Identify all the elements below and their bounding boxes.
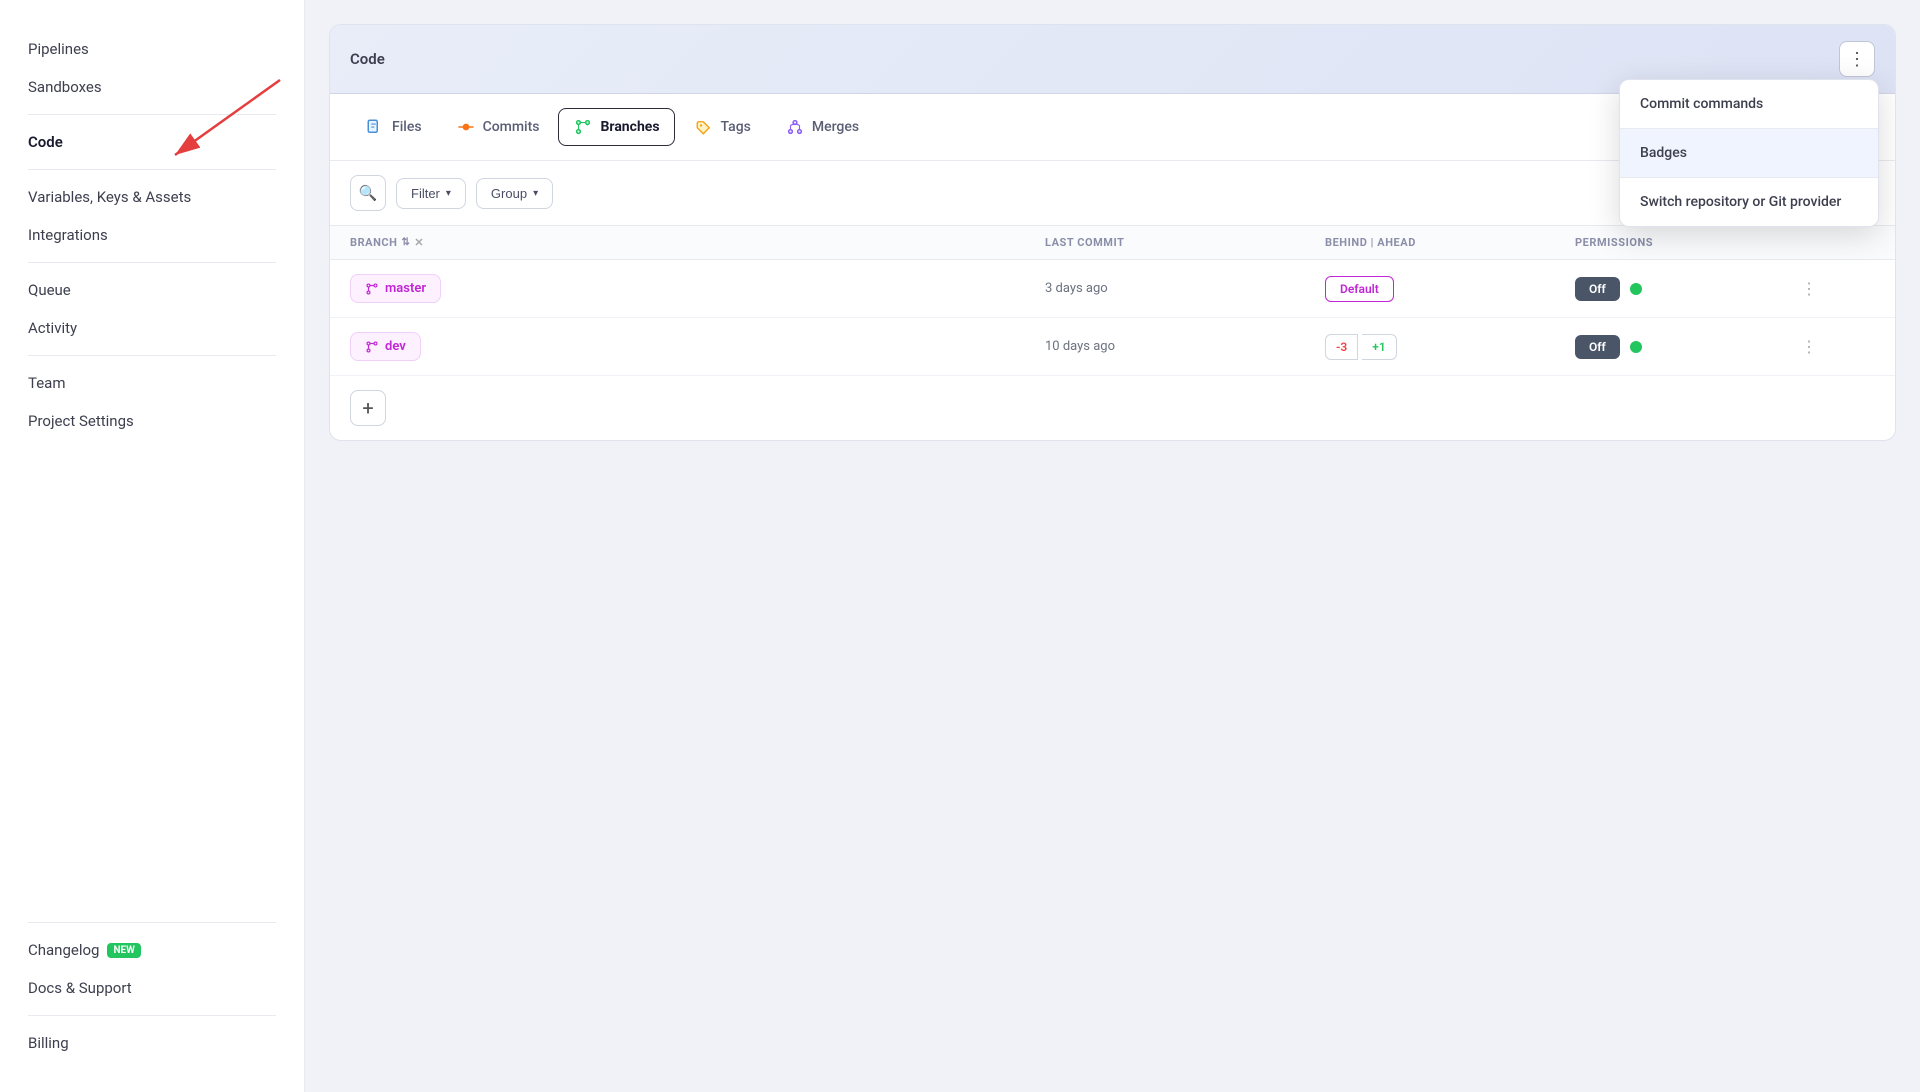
branch-cell-master: master [350, 274, 1045, 303]
filter-chevron-icon: ▾ [446, 188, 451, 199]
branch-chip-dev[interactable]: dev [350, 332, 421, 361]
sidebar-item-changelog[interactable]: Changelog NEW [28, 931, 276, 969]
sidebar-divider-4 [28, 355, 276, 356]
branch-icon-master [365, 282, 379, 296]
th-actions [1795, 236, 1875, 249]
behind-chip: -3 [1325, 334, 1358, 360]
tab-commits[interactable]: Commits [441, 108, 555, 146]
files-icon [365, 117, 385, 137]
sidebar-item-integrations[interactable]: Integrations [28, 216, 276, 254]
status-dot-master [1630, 283, 1642, 295]
sidebar-divider-3 [28, 262, 276, 263]
table-row: master 3 days ago Default Off ⋮ [330, 260, 1895, 318]
sidebar-item-pipelines[interactable]: Pipelines [28, 30, 276, 68]
group-chevron-icon: ▾ [533, 188, 538, 199]
permissions-dev: Off [1575, 335, 1795, 359]
sidebar-divider-2 [28, 169, 276, 170]
table-header: BRANCH ⇅ ✕ LAST COMMIT BEHIND | AHEAD PE… [330, 226, 1895, 260]
branch-icon-dev [365, 340, 379, 354]
sidebar-bottom-divider-2 [28, 1015, 276, 1016]
sidebar-item-code[interactable]: Code [28, 123, 276, 161]
tab-branches[interactable]: Branches [558, 108, 674, 146]
tab-merges[interactable]: Merges [770, 108, 874, 146]
tab-branches-label: Branches [600, 119, 659, 135]
tab-tags[interactable]: Tags [679, 108, 766, 146]
tab-files[interactable]: Files [350, 108, 437, 146]
tab-files-label: Files [392, 119, 422, 135]
three-dot-button[interactable]: ⋮ [1839, 41, 1875, 77]
commits-icon [456, 117, 476, 137]
sidebar-item-team[interactable]: Team [28, 364, 276, 402]
status-dot-dev [1630, 341, 1642, 353]
code-panel: Code ⋮ Commit commands Badges Switch rep… [329, 24, 1896, 441]
code-panel-header: Code ⋮ Commit commands Badges Switch rep… [330, 25, 1895, 94]
th-branch: BRANCH ⇅ ✕ [350, 236, 1045, 249]
three-dot-icon: ⋮ [1848, 49, 1866, 70]
row-menu-btn-master[interactable]: ⋮ [1795, 275, 1823, 303]
sidebar-bottom-divider-1 [28, 922, 276, 923]
sidebar-nav: Pipelines Sandboxes Code Variables, Keys… [0, 30, 304, 914]
add-branch-button[interactable]: + [350, 390, 386, 426]
search-button[interactable]: 🔍 [350, 175, 386, 211]
row-menu-btn-dev[interactable]: ⋮ [1795, 333, 1823, 361]
main-content: Code ⋮ Commit commands Badges Switch rep… [305, 0, 1920, 1092]
tab-commits-label: Commits [483, 119, 540, 135]
sidebar-item-project-settings[interactable]: Project Settings [28, 402, 276, 440]
add-icon: + [362, 396, 373, 420]
dropdown-menu: Commit commands Badges Switch repository… [1619, 79, 1879, 227]
dropdown-item-commit-commands[interactable]: Commit commands [1620, 80, 1878, 128]
th-last-commit: LAST COMMIT [1045, 236, 1325, 249]
sidebar-divider-1 [28, 114, 276, 115]
sidebar-item-sandboxes[interactable]: Sandboxes [28, 68, 276, 106]
dropdown-item-badges[interactable]: Badges [1620, 129, 1878, 177]
behind-ahead-dev: -3 +1 [1325, 334, 1575, 360]
sidebar: Pipelines Sandboxes Code Variables, Keys… [0, 0, 305, 1092]
sidebar-item-queue[interactable]: Queue [28, 271, 276, 309]
th-permissions: PERMISSIONS [1575, 236, 1795, 249]
off-badge-dev[interactable]: Off [1575, 335, 1620, 359]
sidebar-item-billing[interactable]: Billing [28, 1024, 276, 1062]
filter-label: Filter [411, 186, 440, 201]
group-button[interactable]: Group ▾ [476, 178, 553, 209]
permissions-master: Off [1575, 277, 1795, 301]
behind-ahead-master: Default [1325, 276, 1575, 302]
sidebar-bottom: Changelog NEW Docs & Support Billing [0, 914, 304, 1062]
group-label: Group [491, 186, 527, 201]
branches-table: BRANCH ⇅ ✕ LAST COMMIT BEHIND | AHEAD PE… [330, 226, 1895, 376]
search-icon: 🔍 [359, 184, 378, 202]
tab-tags-label: Tags [721, 119, 751, 135]
page-title: Code [350, 50, 385, 68]
filter-button[interactable]: Filter ▾ [396, 178, 466, 209]
merges-icon [785, 117, 805, 137]
sidebar-item-activity[interactable]: Activity [28, 309, 276, 347]
branch-clear-icon[interactable]: ✕ [414, 236, 424, 249]
new-badge: NEW [107, 943, 140, 958]
row-menu-dev: ⋮ [1795, 333, 1875, 361]
last-commit-master: 3 days ago [1045, 281, 1325, 296]
last-commit-dev: 10 days ago [1045, 339, 1325, 354]
table-row: dev 10 days ago -3 +1 Off ⋮ [330, 318, 1895, 376]
tags-icon [694, 117, 714, 137]
sidebar-item-docs[interactable]: Docs & Support [28, 969, 276, 1007]
dropdown-item-switch-repo[interactable]: Switch repository or Git provider [1620, 178, 1878, 226]
branch-chip-master[interactable]: master [350, 274, 441, 303]
branches-icon [573, 117, 593, 137]
branch-sort-icon[interactable]: ⇅ [401, 237, 410, 248]
sidebar-item-variables[interactable]: Variables, Keys & Assets [28, 178, 276, 216]
tab-merges-label: Merges [812, 119, 859, 135]
ahead-chip: +1 [1362, 334, 1396, 360]
row-menu-master: ⋮ [1795, 275, 1875, 303]
branch-cell-dev: dev [350, 332, 1045, 361]
off-badge-master[interactable]: Off [1575, 277, 1620, 301]
default-badge: Default [1325, 276, 1394, 302]
th-behind-ahead: BEHIND | AHEAD [1325, 236, 1575, 249]
